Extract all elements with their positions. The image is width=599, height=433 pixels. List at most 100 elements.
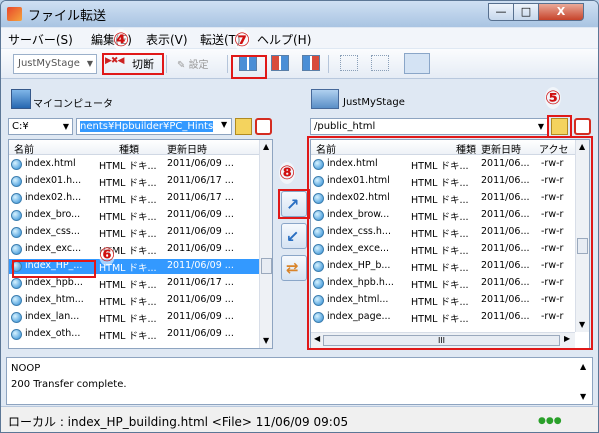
callout-number-7: ⑦ [234, 29, 251, 51]
local-drive-value: C:¥ [12, 121, 29, 132]
remote-path-value: /public_html [314, 121, 376, 132]
minimize-button[interactable]: — [488, 3, 514, 21]
connection-status-icon: ●●● [538, 416, 562, 426]
settings-button[interactable]: ✎ 設定 [177, 56, 209, 71]
file-type: HTML ドキ... [99, 212, 157, 223]
file-type: HTML ドキ... [99, 331, 157, 342]
menu-server[interactable]: サーバー(S) [8, 31, 73, 48]
site-select-value: JustMyStage [18, 58, 80, 69]
download-button[interactable]: ↙ [281, 223, 307, 249]
scroll-thumb[interactable] [261, 258, 272, 274]
file-name: index01.h... [25, 175, 82, 186]
html-file-icon [11, 176, 22, 187]
refresh-icon[interactable] [255, 118, 272, 135]
app-icon [7, 7, 22, 21]
scroll-down-icon[interactable]: ▼ [263, 336, 269, 345]
scroll-up-icon[interactable]: ▲ [263, 142, 269, 151]
file-type: HTML ドキ... [99, 161, 157, 172]
table-row[interactable]: index_lan... HTML ドキ... 2011/06/09 ... [9, 310, 259, 325]
column-type[interactable]: 種類 [119, 141, 139, 156]
table-row[interactable]: index_css... HTML ドキ... 2011/06/09 ... [9, 225, 259, 240]
sync-arrows-icon: ⇄ [286, 259, 299, 277]
refresh-icon[interactable] [574, 118, 591, 135]
callout-number-6: ⑥ [99, 244, 116, 266]
table-row[interactable]: index_hpb... HTML ドキ... 2011/06/17 ... [9, 276, 259, 291]
log-panel[interactable]: NOOP 200 Transfer complete. ▲ ▼ [6, 357, 593, 405]
site-select[interactable]: JustMyStage ▼ [13, 54, 97, 74]
html-file-icon [11, 159, 22, 170]
column-date[interactable]: 更新日時 [167, 141, 207, 156]
sync-view-icon[interactable] [302, 55, 320, 71]
folder-up-icon[interactable] [551, 118, 568, 135]
grid-view-icon[interactable] [404, 53, 430, 74]
column-name[interactable]: 名前 [14, 141, 34, 156]
local-path-input[interactable]: nents¥Hpbuilder¥PC_Hints [76, 118, 232, 135]
chevron-down-icon: ▼ [62, 122, 69, 131]
table-row[interactable]: index_bro... HTML ドキ... 2011/06/09 ... [9, 208, 259, 223]
remote-path-input[interactable]: /public_html ▼ [310, 118, 548, 135]
file-date: 2011/06/09 ... [167, 158, 234, 169]
upload-button[interactable]: ↗ [281, 191, 307, 217]
toolbar: JustMyStage ▼ ▶✖◀ 切断 ✎ 設定 [1, 49, 598, 79]
file-date: 2011/06/09 ... [167, 226, 234, 237]
file-date: 2011/06/09 ... [167, 243, 234, 254]
local-drive-select[interactable]: C:¥ ▼ [8, 118, 73, 135]
file-type: HTML ドキ... [99, 195, 157, 206]
close-button[interactable]: X [538, 3, 584, 21]
chevron-down-icon[interactable]: ▼ [538, 119, 544, 134]
html-file-icon [11, 244, 22, 255]
file-date: 2011/06/17 ... [167, 192, 234, 203]
remote-pane-label: JustMyStage [343, 97, 405, 108]
file-name: index_lan... [25, 311, 80, 322]
table-row[interactable]: index_htm... HTML ドキ... 2011/06/09 ... [9, 293, 259, 308]
chevron-down-icon[interactable]: ▼ [221, 120, 227, 129]
html-file-icon [11, 210, 22, 221]
menu-view[interactable]: 表示(V) [146, 31, 188, 48]
scroll-down-icon[interactable]: ▼ [580, 392, 586, 401]
log-line: 200 Transfer complete. [11, 379, 127, 390]
table-row[interactable]: index01.h... HTML ドキ... 2011/06/17 ... [9, 174, 259, 189]
maximize-button[interactable]: □ [513, 3, 539, 21]
local-file-list: 名前 種類 更新日時 index.html HTML ドキ... 2011/06/0… [8, 139, 273, 349]
scroll-up-icon[interactable]: ▲ [580, 362, 586, 371]
html-file-icon [11, 278, 22, 289]
file-date: 2011/06/09 ... [167, 294, 234, 305]
server-icon [311, 89, 339, 109]
callout-box-view-mode [231, 55, 267, 79]
log-line: NOOP [11, 363, 41, 374]
status-bar: ローカル : index_HP_building.html <File> 11/… [1, 406, 598, 432]
compare-view-icon[interactable] [271, 55, 289, 71]
html-file-icon [11, 295, 22, 306]
detail-view-icon[interactable] [371, 55, 389, 71]
table-row[interactable]: index_exc... HTML ドキ... 2011/06/09 ... [9, 242, 259, 257]
folder-up-icon[interactable] [235, 118, 252, 135]
file-name: index_css... [25, 226, 80, 237]
html-file-icon [11, 329, 22, 340]
file-type: HTML ドキ... [99, 229, 157, 240]
toolbar-separator [328, 55, 329, 73]
file-name: index_hpb... [25, 277, 83, 288]
my-computer-icon [11, 89, 31, 109]
table-row[interactable]: index.html HTML ドキ... 2011/06/09 ... [9, 157, 259, 172]
sync-button[interactable]: ⇄ [281, 255, 307, 281]
toolbar-separator [166, 55, 167, 73]
menu-help[interactable]: ヘルプ(H) [257, 31, 311, 48]
file-date: 2011/06/09 ... [167, 260, 234, 271]
file-date: 2011/06/09 ... [167, 311, 234, 322]
local-list-header: 名前 種類 更新日時 [9, 140, 259, 156]
html-file-icon [11, 227, 22, 238]
toolbar-separator [227, 55, 228, 73]
callout-box-disconnect [102, 53, 164, 75]
callout-box-selected-file [12, 260, 96, 278]
list-view-icon[interactable] [340, 55, 358, 71]
callout-number-8: ⑧ [279, 162, 296, 184]
file-name: index02.h... [25, 192, 82, 203]
table-row[interactable]: index02.h... HTML ドキ... 2011/06/17 ... [9, 191, 259, 206]
table-row[interactable]: index_oth... HTML ドキ... 2011/06/09 ... [9, 327, 259, 342]
file-date: 2011/06/17 ... [167, 277, 234, 288]
file-name: index_oth... [25, 328, 81, 339]
file-date: 2011/06/09 ... [167, 209, 234, 220]
file-date: 2011/06/17 ... [167, 175, 234, 186]
local-scrollbar[interactable]: ▲ ▼ [259, 140, 272, 348]
file-type: HTML ドキ... [99, 314, 157, 325]
